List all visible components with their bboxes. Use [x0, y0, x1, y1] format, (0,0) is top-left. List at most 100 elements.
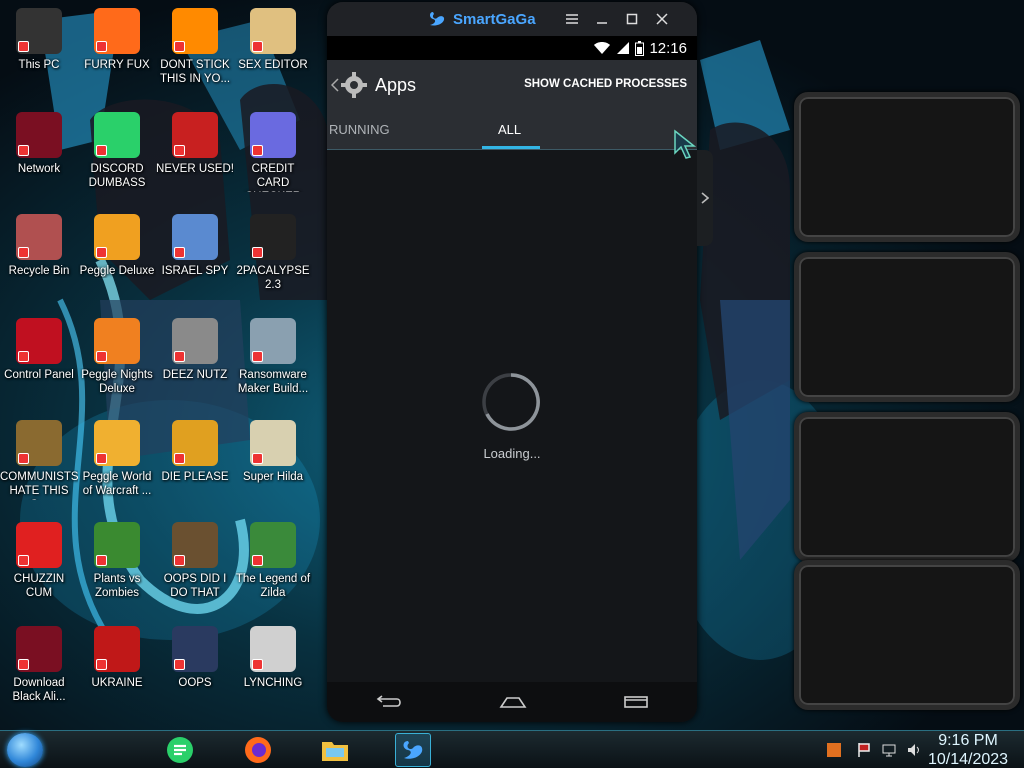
taskbar-smartgaga-app[interactable]: [395, 733, 431, 767]
plants-vs-zombies-icon: [94, 522, 140, 568]
desktop-icon[interactable]: FURRY FUX: [78, 8, 156, 72]
flag-icon[interactable]: [855, 741, 873, 759]
tab-all[interactable]: ALL: [498, 122, 521, 137]
desktop-icon[interactable]: DONT STICK THIS IN YO...: [156, 8, 234, 86]
radiation-icon: [94, 626, 140, 672]
desktop-icon-label: NEVER USED!: [156, 163, 234, 175]
start-button[interactable]: [7, 733, 43, 767]
green-app-icon: [94, 112, 140, 158]
desktop-icon-label: COMMUNISTS HATE THIS G...: [0, 471, 78, 500]
emulator-side-panel-toggle[interactable]: [697, 150, 713, 246]
language-icon[interactable]: [825, 741, 843, 759]
shortcut-arrow-icon: [252, 41, 263, 52]
shortcut-arrow-icon: [174, 41, 185, 52]
desktop-icon[interactable]: Peggle Nights Deluxe: [78, 318, 156, 396]
hxd-editor-icon: [250, 8, 296, 54]
back-icon[interactable]: [375, 695, 403, 709]
vlc-cone-icon: [172, 8, 218, 54]
desktop-icon[interactable]: Recycle Bin: [0, 214, 78, 278]
desktop-icon[interactable]: UKRAINE: [78, 626, 156, 690]
windows-stack-icon: [172, 318, 218, 364]
desktop-icon-label: Peggle World of Warcraft ...: [82, 471, 152, 497]
chevron-left-icon: [331, 78, 339, 92]
shortcut-arrow-icon: [96, 659, 107, 670]
maximize-button[interactable]: [623, 10, 641, 28]
shortcut-arrow-icon: [18, 453, 29, 464]
alien-orb-icon: [16, 626, 62, 672]
desktop-icon[interactable]: Peggle Deluxe: [78, 214, 156, 278]
system-clock[interactable]: 9:16 PM 10/14/2023: [918, 731, 1018, 768]
menu-icon[interactable]: [563, 10, 581, 28]
shortcut-arrow-icon: [18, 351, 29, 362]
shortcut-arrow-icon: [174, 453, 185, 464]
zelda-icon: [250, 522, 296, 568]
shortcut-arrow-icon: [252, 659, 263, 670]
shortcut-arrow-icon: [18, 41, 29, 52]
shortcut-arrow-icon: [174, 351, 185, 362]
desktop-icon[interactable]: Download Black Ali...: [0, 626, 78, 704]
shortcut-arrow-icon: [174, 555, 185, 566]
desktop-icon[interactable]: LYNCHING: [234, 626, 312, 690]
desktop-icon[interactable]: OOPS DID I DO THAT: [156, 522, 234, 600]
network-orb-icon: [16, 112, 62, 158]
battery-icon: [635, 40, 645, 56]
shortcut-arrow-icon: [96, 453, 107, 464]
taskbar: 9:16 PM 10/14/2023: [0, 730, 1024, 768]
desktop-icon[interactable]: DIE PLEASE: [156, 420, 234, 484]
desktop-icon[interactable]: OOPS: [156, 626, 234, 690]
desktop-icon-label: DISCORD DUMBASS: [88, 163, 146, 189]
desktop-icon[interactable]: COMMUNISTS HATE THIS G...: [0, 420, 78, 500]
android-action-bar: Apps SHOW CACHED PROCESSES: [327, 60, 697, 110]
peggle-nights-icon: [94, 318, 140, 364]
desktop-icon[interactable]: Ransomware Maker Build...: [234, 318, 312, 396]
shortcut-arrow-icon: [174, 659, 185, 670]
folder-icon: [322, 742, 348, 761]
emulator-titlebar[interactable]: SmartGaGa: [327, 2, 697, 36]
shortcut-arrow-icon: [252, 351, 263, 362]
emulator-title: SmartGaGa: [453, 10, 536, 28]
shortcut-arrow-icon: [96, 351, 107, 362]
shortcut-arrow-icon: [252, 247, 263, 258]
minimize-button[interactable]: [593, 10, 611, 28]
desktop-icon[interactable]: The Legend of Zilda: [234, 522, 312, 600]
desktop-icon-label: FURRY FUX: [84, 59, 150, 71]
green-app-icon: [167, 737, 193, 763]
desktop-icon[interactable]: Control Panel: [0, 318, 78, 382]
desktop-icon[interactable]: ISRAEL SPY: [156, 214, 234, 278]
system-gadget: [794, 252, 1020, 402]
desktop-icon[interactable]: CHUZZIN CUM: [0, 522, 78, 600]
desktop-icon[interactable]: Super Hilda: [234, 420, 312, 484]
desktop-icon[interactable]: DISCORD DUMBASS: [78, 112, 156, 190]
chevron-right-icon: [701, 192, 709, 204]
taskbar-discord-app[interactable]: [162, 733, 198, 767]
noose-icon: [250, 626, 296, 672]
desktop-icon[interactable]: Peggle World of Warcraft ...: [78, 420, 156, 498]
back-navigation[interactable]: [331, 70, 369, 100]
desktop-icon[interactable]: Plants vs Zombies: [78, 522, 156, 600]
home-icon[interactable]: [499, 695, 527, 709]
desktop-icon-label: ISRAEL SPY: [161, 265, 229, 277]
desktop-icon-label: DIE PLEASE: [161, 471, 229, 483]
desktop-icon[interactable]: SEX EDITOR: [234, 8, 312, 72]
recent-apps-icon[interactable]: [623, 695, 649, 709]
show-cached-processes-button[interactable]: SHOW CACHED PROCESSES: [524, 78, 687, 90]
drives-gadget: [794, 560, 1020, 710]
money-bag-icon: [16, 420, 62, 466]
network-gadget: [794, 412, 1020, 562]
smartgaga-window: SmartGaGa 12:16 Apps SHOW CACHED PROCESS…: [327, 2, 697, 722]
taskbar-file-explorer-app[interactable]: [317, 733, 353, 767]
desktop-icon[interactable]: DEEZ NUTZ: [156, 318, 234, 382]
desktop-icon[interactable]: 2PACALYPSE 2.3: [234, 214, 312, 292]
shortcut-arrow-icon: [96, 145, 107, 156]
smartgaga-swan-icon: [430, 12, 445, 26]
taskbar-firefox-app[interactable]: [240, 733, 276, 767]
desktop-icon[interactable]: Network: [0, 112, 78, 176]
close-button[interactable]: [653, 10, 671, 28]
network-tray-icon[interactable]: [880, 741, 898, 759]
tab-running[interactable]: RUNNING: [329, 122, 390, 137]
peggle-icon: [94, 214, 140, 260]
desktop-icon[interactable]: NEVER USED!: [156, 112, 234, 176]
desktop-icon[interactable]: CREDIT CARD CHECKER: [234, 112, 312, 192]
desktop-icon-label: Download Black Ali...: [12, 677, 66, 703]
desktop-icon[interactable]: This PC: [0, 8, 78, 72]
